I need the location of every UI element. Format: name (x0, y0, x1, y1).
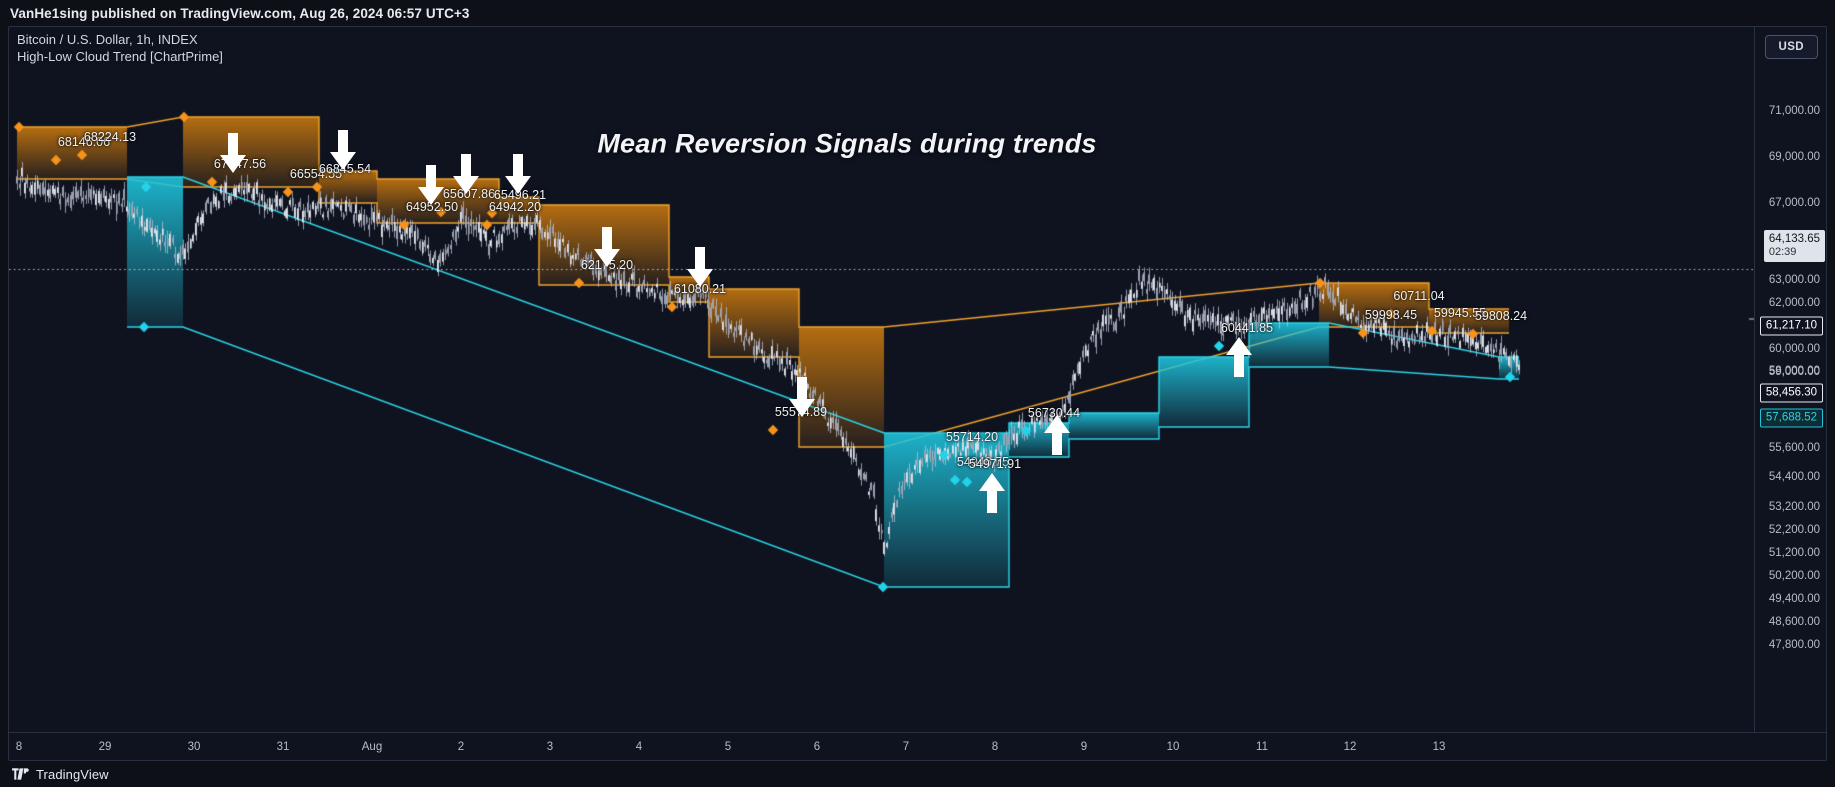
time-axis-tick: 6 (813, 741, 821, 753)
publisher-credit: VanHe1sing published on TradingView.com,… (10, 5, 470, 21)
secondary-price-badge[interactable]: 58,456.30 (1759, 383, 1823, 403)
time-axis-tick: 10 (1166, 741, 1180, 753)
currency-chip[interactable]: USD (1764, 35, 1818, 59)
time-axis-tick: 8 (15, 741, 23, 753)
price-axis-tick: 67,000.00 (1768, 197, 1820, 209)
time-axis-tick: 7 (902, 741, 910, 753)
time-axis-tick: 12 (1343, 741, 1357, 753)
price-axis-tick: 48,600.00 (1768, 616, 1820, 628)
current-price-badge-value: 61,217.10 (1765, 319, 1817, 332)
crosshair-price-badge[interactable]: 64,133.65 02:39 (1763, 230, 1825, 262)
price-axis-tick: 69,000.00 (1768, 151, 1820, 163)
time-axis-tick: 30 (187, 741, 201, 753)
price-axis-tick: 60,000.00 (1768, 343, 1820, 355)
time-axis-tick: 5 (724, 741, 732, 753)
time-axis-tick: 29 (98, 741, 112, 753)
time-axis[interactable]: 8 29 30 31 Aug 2 3 4 5 6 7 8 9 10 11 12 13 (9, 732, 1826, 760)
time-axis-tick: 13 (1432, 741, 1446, 753)
price-axis-tick: 53,200.00 (1768, 501, 1820, 513)
time-axis-tick: Aug (361, 741, 383, 753)
chart-frame[interactable]: Bitcoin / U.S. Dollar, 1h, INDEX High-Lo… (8, 26, 1827, 761)
price-axis-tick: 51,200.00 (1768, 547, 1820, 559)
price-axis[interactable]: 71,000.0069,000.0067,000.0065,000.0063,0… (1754, 27, 1826, 734)
teal-price-badge-value: 57,688.52 (1765, 411, 1817, 424)
footer-watermark: TradingView (0, 761, 1835, 787)
crosshair-price-badge-value: 64,133.65 (1768, 233, 1820, 245)
time-axis-tick: 2 (457, 741, 465, 753)
crosshair-price-badge-time: 02:39 (1768, 246, 1797, 258)
time-axis-tick: 4 (635, 741, 643, 753)
price-axis-tick: 52,200.00 (1768, 524, 1820, 536)
price-axis-tick: 63,000.00 (1768, 274, 1820, 286)
footer-brand: TradingView (36, 766, 109, 782)
secondary-price-badge-value: 58,456.30 (1765, 386, 1817, 399)
price-axis-tick-hidden: 58,000.00 (1768, 365, 1820, 377)
price-axis-tick: 47,800.00 (1768, 639, 1820, 651)
annotation-headline: Mean Reversion Signals during trends (597, 128, 1097, 159)
price-axis-tick: 62,000.00 (1768, 297, 1820, 309)
time-axis-tick: 9 (1080, 741, 1088, 753)
publisher-bar: VanHe1sing published on TradingView.com,… (0, 0, 1835, 26)
current-price-badge[interactable]: 61,217.10 (1759, 316, 1823, 336)
time-axis-tick: 11 (1256, 741, 1268, 753)
price-axis-tick: 49,400.00 (1768, 593, 1820, 605)
time-axis-tick: 8 (991, 741, 999, 753)
price-axis-tick: 71,000.00 (1768, 105, 1820, 117)
tradingview-chart-screenshot: VanHe1sing published on TradingView.com,… (0, 0, 1835, 787)
tradingview-logo-icon (12, 768, 29, 780)
price-axis-tick: 55,600.00 (1768, 442, 1820, 454)
price-axis-tick: 54,400.00 (1768, 471, 1820, 483)
price-axis-tick: 50,200.00 (1768, 570, 1820, 582)
teal-price-badge[interactable]: 57,688.52 (1759, 408, 1823, 428)
time-axis-tick: 31 (276, 741, 290, 753)
time-axis-tick: 3 (546, 741, 554, 753)
